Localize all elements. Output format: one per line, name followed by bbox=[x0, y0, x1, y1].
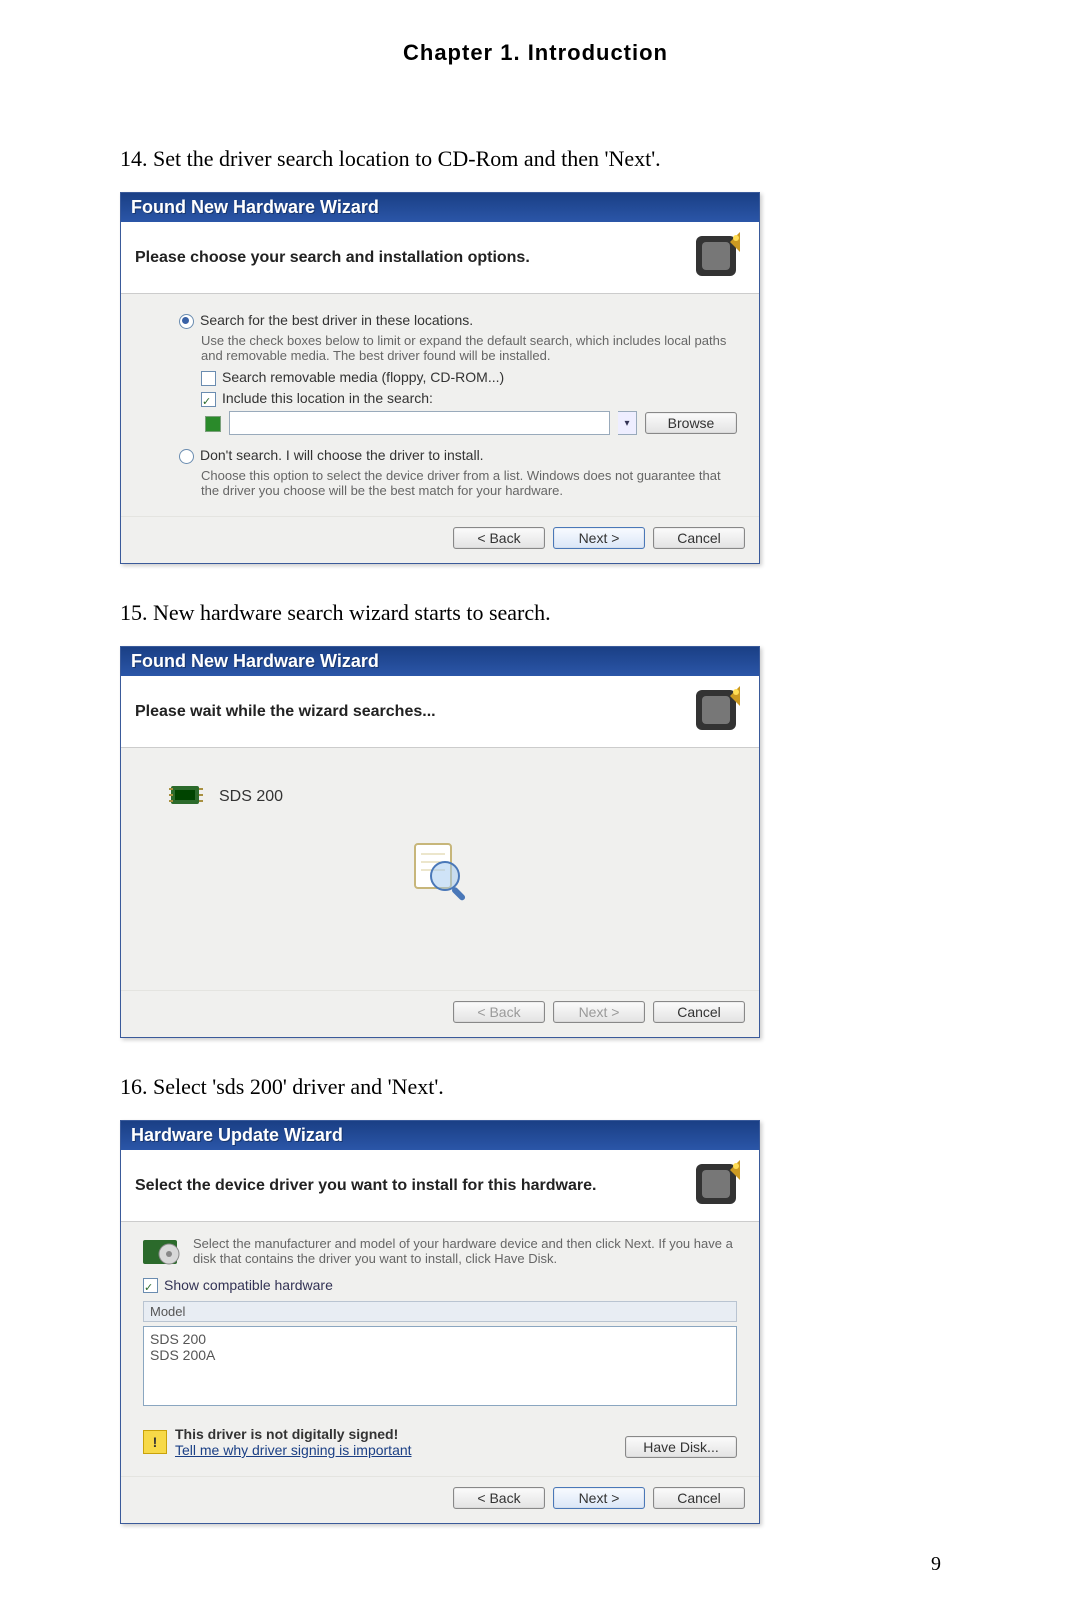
radio-icon bbox=[179, 314, 194, 329]
checkbox-removable-media[interactable]: Search removable media (floppy, CD-ROM..… bbox=[201, 369, 737, 386]
wizard2-window: Found New Hardware Wizard Please wait wh… bbox=[120, 646, 760, 1038]
signing-warning: ! This driver is not digitally signed! T… bbox=[143, 1426, 412, 1458]
location-input[interactable] bbox=[229, 411, 610, 435]
wizard1-titlebar: Found New Hardware Wizard bbox=[121, 193, 759, 222]
cancel-button[interactable]: Cancel bbox=[653, 527, 745, 549]
wizard3-footer: < Back Next > Cancel bbox=[121, 1476, 759, 1523]
checkbox-compatible[interactable]: Show compatible hardware bbox=[143, 1276, 737, 1293]
device-icon bbox=[690, 684, 745, 739]
browse-button[interactable]: Browse bbox=[645, 412, 737, 434]
compat-label: Show compatible hardware bbox=[164, 1277, 333, 1293]
wizard2-titlebar: Found New Hardware Wizard bbox=[121, 647, 759, 676]
wizard3-body: Select the manufacturer and model of you… bbox=[121, 1222, 759, 1476]
next-button: Next > bbox=[553, 1001, 645, 1023]
radio-dont-search[interactable]: Don't search. I will choose the driver t… bbox=[179, 447, 737, 464]
next-button[interactable]: Next > bbox=[553, 527, 645, 549]
cancel-button[interactable]: Cancel bbox=[653, 1001, 745, 1023]
not-signed-label: This driver is not digitally signed! bbox=[175, 1426, 412, 1442]
wizard2-body: SDS 200 bbox=[121, 748, 759, 990]
step-15-text: 15. New hardware search wizard starts to… bbox=[120, 600, 951, 626]
wizard3-titlebar: Hardware Update Wizard bbox=[121, 1121, 759, 1150]
radio-search-best-label: Search for the best driver in these loca… bbox=[200, 312, 473, 328]
wizard3-window: Hardware Update Wizard Select the device… bbox=[120, 1120, 760, 1524]
page-number: 9 bbox=[931, 1553, 941, 1576]
instruction-row: Select the manufacturer and model of you… bbox=[143, 1236, 737, 1266]
warning-icon: ! bbox=[143, 1430, 167, 1454]
search-icon bbox=[380, 821, 500, 921]
driver-list[interactable]: SDS 200 SDS 200A bbox=[143, 1326, 737, 1406]
checkbox-media-label: Search removable media (floppy, CD-ROM..… bbox=[222, 369, 504, 385]
list-item[interactable]: SDS 200A bbox=[150, 1347, 730, 1363]
wizard3-header: Select the device driver you want to ins… bbox=[121, 1150, 759, 1222]
device-icon bbox=[690, 230, 745, 285]
back-button[interactable]: < Back bbox=[453, 527, 545, 549]
cancel-button[interactable]: Cancel bbox=[653, 1487, 745, 1509]
search-item: SDS 200 bbox=[169, 780, 737, 813]
checkbox-icon bbox=[143, 1278, 158, 1293]
opt1-desc: Use the check boxes below to limit or ex… bbox=[201, 333, 737, 363]
checkbox-include-location[interactable]: Include this location in the search: bbox=[201, 390, 737, 407]
step-16-text: 16. Select 'sds 200' driver and 'Next'. bbox=[120, 1074, 951, 1100]
hardware-chip-icon bbox=[169, 780, 203, 813]
instruction-text: Select the manufacturer and model of you… bbox=[193, 1236, 737, 1266]
radio-icon bbox=[179, 449, 194, 464]
back-button[interactable]: < Back bbox=[453, 1487, 545, 1509]
drive-icon bbox=[205, 416, 221, 432]
device-name-label: SDS 200 bbox=[219, 788, 283, 806]
wizard2-footer: < Back Next > Cancel bbox=[121, 990, 759, 1037]
next-button[interactable]: Next > bbox=[553, 1487, 645, 1509]
list-header: Model bbox=[143, 1301, 737, 1322]
wizard2-header: Please wait while the wizard searches... bbox=[121, 676, 759, 748]
wizard2-header-text: Please wait while the wizard searches... bbox=[135, 703, 436, 721]
wizard1-window: Found New Hardware Wizard Please choose … bbox=[120, 192, 760, 564]
wizard1-header-text: Please choose your search and installati… bbox=[135, 249, 530, 267]
wizard1-header: Please choose your search and installati… bbox=[121, 222, 759, 294]
back-button: < Back bbox=[453, 1001, 545, 1023]
have-disk-button[interactable]: Have Disk... bbox=[625, 1436, 737, 1458]
wizard3-header-text: Select the device driver you want to ins… bbox=[135, 1177, 596, 1195]
warning-block: This driver is not digitally signed! Tel… bbox=[175, 1426, 412, 1458]
chapter-title: Chapter 1. Introduction bbox=[120, 40, 951, 66]
wizard1-body: Search for the best driver in these loca… bbox=[121, 294, 759, 516]
step-14-text: 14. Set the driver search location to CD… bbox=[120, 146, 951, 172]
device-icon bbox=[690, 1158, 745, 1213]
checkbox-icon bbox=[201, 371, 216, 386]
radio-dont-search-label: Don't search. I will choose the driver t… bbox=[200, 447, 484, 463]
checkbox-icon bbox=[201, 392, 216, 407]
opt2-desc: Choose this option to select the device … bbox=[201, 468, 737, 498]
list-item[interactable]: SDS 200 bbox=[150, 1331, 730, 1347]
checkbox-include-label: Include this location in the search: bbox=[222, 390, 433, 406]
document-page: Chapter 1. Introduction 14. Set the driv… bbox=[0, 0, 1071, 1600]
path-row: ▾ Browse bbox=[201, 411, 737, 435]
signing-info-link[interactable]: Tell me why driver signing is important bbox=[175, 1442, 412, 1458]
disk-icon bbox=[143, 1236, 181, 1266]
radio-search-best[interactable]: Search for the best driver in these loca… bbox=[179, 312, 737, 329]
chevron-down-icon[interactable]: ▾ bbox=[618, 411, 637, 435]
wizard1-footer: < Back Next > Cancel bbox=[121, 516, 759, 563]
